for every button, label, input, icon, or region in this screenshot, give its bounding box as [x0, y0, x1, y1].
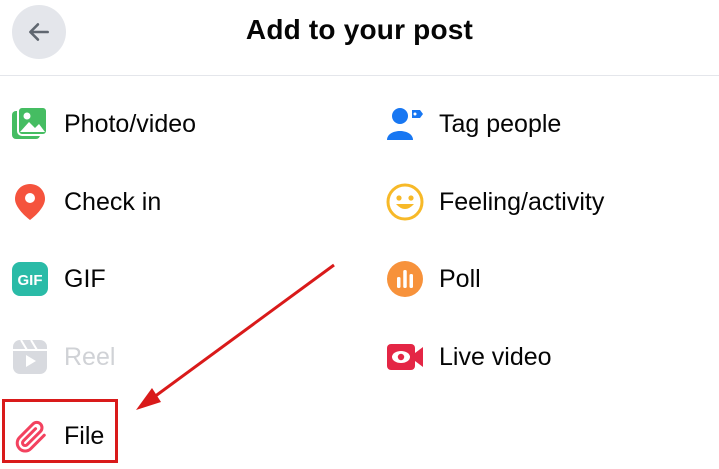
- annotation-arrow: [136, 263, 335, 410]
